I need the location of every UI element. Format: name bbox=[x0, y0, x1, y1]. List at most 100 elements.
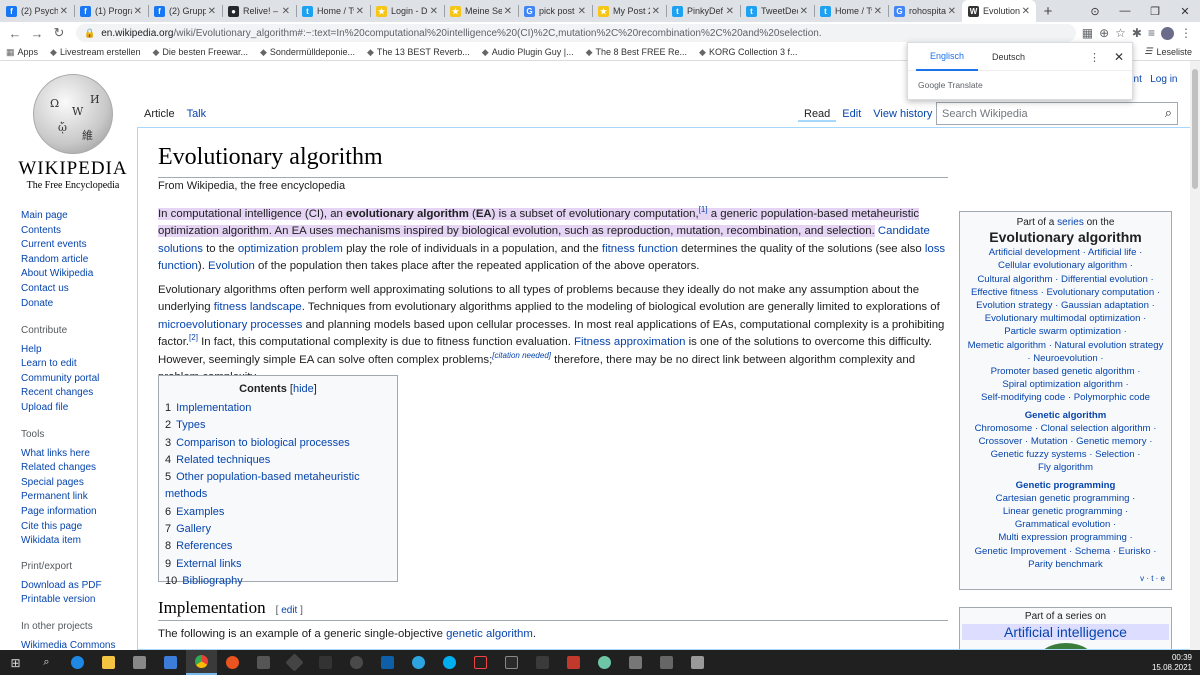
wiki-search-input[interactable]: Search Wikipedia ⌕ bbox=[936, 102, 1178, 125]
sidebar-item-link[interactable]: Cite this page bbox=[21, 520, 97, 535]
bookmark-item[interactable]: ◆ KORG Collection 3 f... bbox=[699, 47, 797, 58]
link-genetic-algorithm[interactable]: genetic algorithm bbox=[446, 628, 533, 640]
navbox-link-row[interactable]: Particle swarm optimization · bbox=[960, 325, 1171, 338]
citation-link[interactable]: [2] bbox=[189, 333, 198, 342]
terminal-icon[interactable] bbox=[496, 650, 527, 675]
ubuntu-icon[interactable] bbox=[217, 650, 248, 675]
bookmark-item[interactable]: ▦ Apps bbox=[6, 47, 38, 58]
toc-link[interactable]: Examples bbox=[176, 506, 224, 518]
store-icon[interactable] bbox=[124, 650, 155, 675]
minimize-button[interactable]: — bbox=[1110, 5, 1140, 17]
tab-close-icon[interactable]: ✕ bbox=[504, 6, 512, 17]
navbox-link-row[interactable]: Promoter based genetic algorithm · bbox=[960, 365, 1171, 378]
sidebar-item-link[interactable]: Download as PDF bbox=[21, 579, 102, 594]
sidebar-item-link[interactable]: Contents bbox=[21, 224, 93, 239]
app-icon[interactable] bbox=[558, 650, 589, 675]
sidebar-item-link[interactable]: Related changes bbox=[21, 461, 97, 476]
sidebar-item-link[interactable]: Community portal bbox=[21, 372, 99, 387]
app-icon[interactable] bbox=[589, 650, 620, 675]
navbox-link-row[interactable]: Multi expression programming · bbox=[960, 531, 1171, 544]
zoom-icon[interactable]: ⊕ bbox=[1099, 26, 1109, 40]
toc-link[interactable]: References bbox=[176, 540, 232, 552]
live-app-icon[interactable] bbox=[310, 650, 341, 675]
bookmark-star-icon[interactable]: ☆ bbox=[1115, 26, 1126, 40]
reading-list[interactable]: ☰ Leseliste bbox=[1144, 46, 1192, 57]
sidebar-item-link[interactable]: Main page bbox=[21, 209, 93, 224]
sidebar-item-link[interactable]: Random article bbox=[21, 253, 93, 268]
tab-close-icon[interactable]: ✕ bbox=[60, 6, 68, 17]
toc-item[interactable]: 1 Implementation bbox=[165, 400, 397, 417]
tab-close-icon[interactable]: ✕ bbox=[652, 6, 660, 17]
toc-item[interactable]: 7 Gallery bbox=[165, 521, 397, 538]
browser-tab[interactable]: f (2) Grupp ✕ bbox=[148, 0, 222, 22]
toc-link[interactable]: External links bbox=[176, 558, 241, 570]
extensions-icon[interactable]: ✱ bbox=[1132, 26, 1142, 40]
tab-close-icon[interactable]: ✕ bbox=[726, 6, 734, 17]
tab-close-icon[interactable]: ✕ bbox=[356, 6, 364, 17]
translate-lang-target[interactable]: Deutsch bbox=[978, 43, 1039, 71]
toc-item[interactable]: 2 Types bbox=[165, 417, 397, 434]
skype-icon[interactable] bbox=[434, 650, 465, 675]
tab-close-icon[interactable]: ✕ bbox=[874, 6, 882, 17]
search-icon[interactable]: ⌕ bbox=[31, 650, 62, 675]
browser-tab[interactable]: Grohospital ✕ bbox=[888, 0, 962, 22]
telegram-icon[interactable] bbox=[403, 650, 434, 675]
navbox-link-row[interactable]: Evolution strategy · Gaussian adaptation… bbox=[960, 299, 1171, 312]
toc-link[interactable]: Other population-based metaheuristic met… bbox=[165, 471, 360, 500]
forward-icon[interactable]: → bbox=[26, 26, 48, 41]
toc-link[interactable]: Related techniques bbox=[176, 454, 270, 466]
toc-item[interactable]: 4 Related techniques bbox=[165, 452, 397, 469]
close-icon[interactable]: ✕ bbox=[1114, 50, 1124, 64]
navbox-link-row[interactable]: Artificial development · Artificial life… bbox=[960, 246, 1171, 259]
browser-tab[interactable]: ● Relive! – n✕ bbox=[222, 0, 296, 22]
sidebar-item-link[interactable]: Contact us bbox=[21, 282, 93, 297]
section-edit-link[interactable]: edit bbox=[281, 605, 297, 616]
toc-link[interactable]: Comparison to biological processes bbox=[176, 437, 350, 449]
toc-item[interactable]: 6 Examples bbox=[165, 504, 397, 521]
search-icon[interactable]: ⌕ bbox=[1165, 105, 1172, 121]
tab-talk[interactable]: Talk bbox=[180, 104, 213, 128]
tab-close-icon[interactable]: ✕ bbox=[282, 6, 290, 17]
chrome-icon[interactable] bbox=[186, 650, 217, 675]
navbox-link-row[interactable]: · Neuroevolution · bbox=[960, 352, 1171, 365]
sidebar-item-link[interactable]: Permanent link bbox=[21, 490, 97, 505]
translate-lang-source[interactable]: Englisch bbox=[916, 43, 979, 71]
app-icon[interactable] bbox=[682, 650, 713, 675]
navbox-link-row[interactable]: Chromosome · Clonal selection algorithm … bbox=[960, 422, 1171, 435]
link-microevolutionary-processes[interactable]: microevolutionary processes bbox=[158, 319, 302, 331]
navbox-link-row[interactable]: Effective fitness · Evolutionary computa… bbox=[960, 286, 1171, 299]
login-link[interactable]: Log in bbox=[1150, 74, 1177, 85]
address-bar[interactable]: 🔒 en.wikipedia.org/wiki/Evolutionary_alg… bbox=[76, 24, 1076, 42]
tab-article[interactable]: Article bbox=[138, 104, 181, 128]
link-evolution[interactable]: Evolution bbox=[208, 260, 255, 272]
sidebar-item-link[interactable]: Learn to edit bbox=[21, 357, 99, 372]
menu-icon[interactable]: ⋮ bbox=[1180, 26, 1192, 40]
tab-search-icon[interactable]: ⊙ bbox=[1080, 5, 1110, 18]
navbox-link-row[interactable]: Spiral optimization algorithm · bbox=[960, 378, 1171, 391]
app-icon[interactable] bbox=[279, 650, 310, 675]
tab-close-icon[interactable]: ✕ bbox=[208, 6, 216, 17]
edge-icon[interactable] bbox=[62, 650, 93, 675]
toc-link[interactable]: Types bbox=[176, 419, 205, 431]
bookmark-item[interactable]: ◆ Livestream erstellen bbox=[50, 47, 140, 58]
sidebar-item-link[interactable]: Recent changes bbox=[21, 386, 99, 401]
navbox-link-row[interactable]: Linear genetic programming · bbox=[960, 505, 1171, 518]
vte-links[interactable]: v · t · e bbox=[1140, 572, 1165, 585]
browser-tab[interactable]: ★ My Post 2 ✕ bbox=[592, 0, 666, 22]
tab-view-history[interactable]: View history bbox=[867, 104, 938, 122]
navbox-link-row[interactable]: Grammatical evolution · bbox=[960, 518, 1171, 531]
ai-series-title[interactable]: Artificial intelligence bbox=[962, 624, 1169, 640]
sidebar-item-link[interactable]: Upload file bbox=[21, 401, 99, 416]
start-windows-icon[interactable]: ⊞ bbox=[0, 650, 31, 675]
group-heading-genetic-algorithm[interactable]: Genetic algorithm bbox=[960, 409, 1171, 422]
navbox-link-row[interactable]: Parity benchmark bbox=[960, 558, 1171, 571]
translate-icon[interactable]: ▦ bbox=[1082, 26, 1093, 40]
sidebar-item-link[interactable]: Printable version bbox=[21, 593, 102, 608]
navbox-link-row[interactable]: Memetic algorithm · Natural evolution st… bbox=[960, 339, 1171, 352]
new-tab-button[interactable]: + bbox=[1036, 0, 1060, 22]
toc-link[interactable]: Gallery bbox=[176, 523, 211, 535]
sidebar-item-link[interactable]: About Wikipedia bbox=[21, 267, 93, 282]
sidebar-item-link[interactable]: Wikidata item bbox=[21, 534, 97, 549]
sidebar-item-link[interactable]: Current events bbox=[21, 238, 93, 253]
navbox-link-row[interactable]: Cartesian genetic programming · bbox=[960, 492, 1171, 505]
